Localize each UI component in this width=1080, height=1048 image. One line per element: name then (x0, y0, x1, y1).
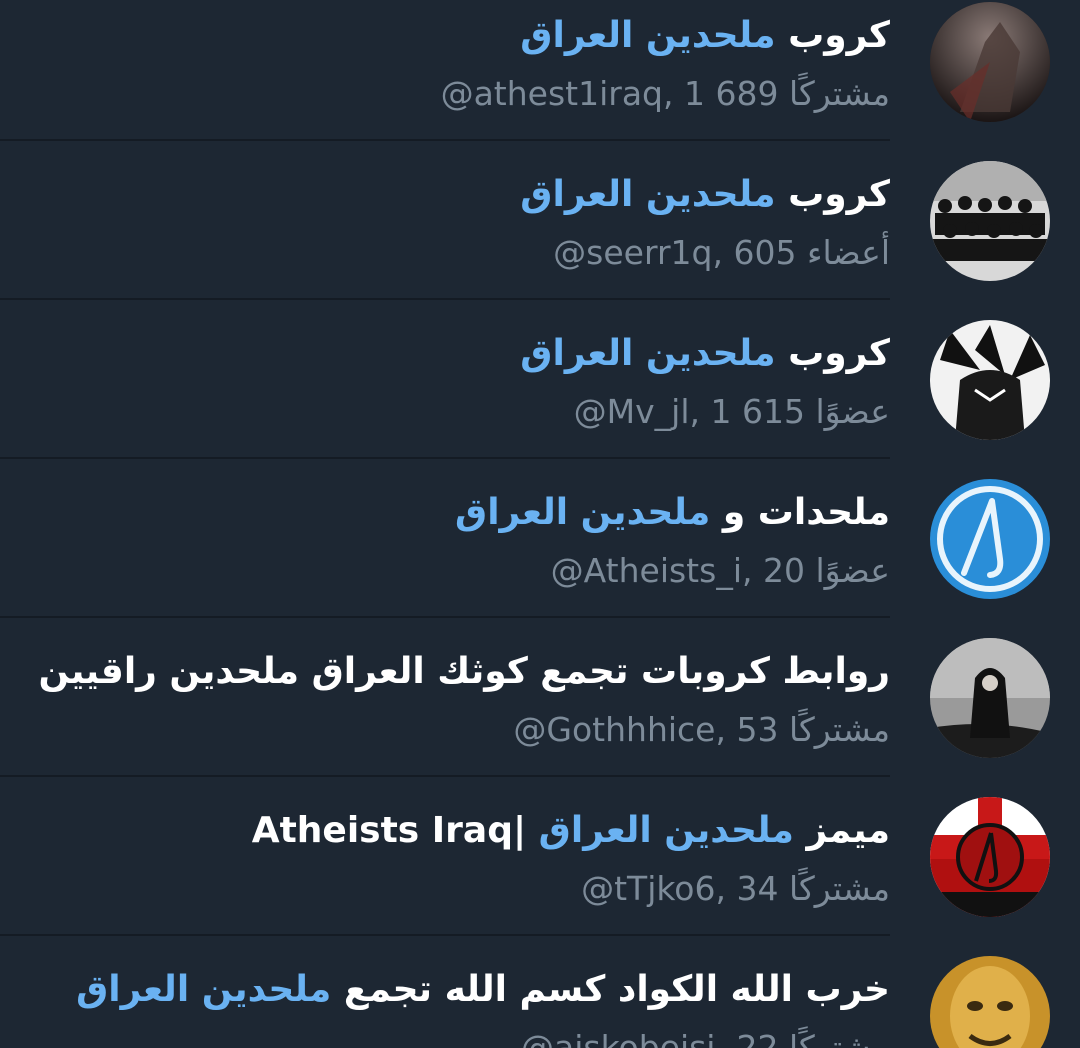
result-subtitle: عضوًا @Atheists_i, 20 (550, 551, 890, 590)
search-result-row[interactable]: ميمز ملحدين العراق |Atheists Iraq مشتركً… (0, 777, 1080, 936)
result-subtitle: مشتركًا @aiskobeisi, 22 (520, 1028, 890, 1048)
result-subtitle: عضوًا @Mv_jl, 1 615 (573, 392, 890, 431)
result-title: ميمز ملحدين العراق |Atheists Iraq (251, 810, 890, 851)
result-title: روابط كروبات تجمع كوثك العراق ملحدين راق… (38, 651, 890, 692)
result-title: ملحدات و ملحدين العراق (455, 492, 890, 533)
result-subtitle: مشتركًا @Gothhhice, 53 (513, 710, 890, 749)
red-cross-atheist-avatar-icon (930, 797, 1050, 917)
search-result-row[interactable]: روابط كروبات تجمع كوثك العراق ملحدين راق… (0, 618, 1080, 777)
manga-character-avatar-icon (930, 320, 1050, 440)
result-subtitle: أعضاء @seerr1q, 605 (553, 233, 890, 272)
gothic-figure-avatar-icon (930, 638, 1050, 758)
result-title: كروب ملحدين العراق (520, 174, 890, 215)
search-result-row[interactable]: خرب الله الكواد كسم الله تجمع ملحدين الع… (0, 936, 1080, 1048)
group-photo-avatar-icon (930, 161, 1050, 281)
result-title: كروب ملحدين العراق (520, 333, 890, 374)
result-title: كروب ملحدين العراق (520, 15, 890, 56)
search-result-row[interactable]: ملحدات و ملحدين العراق عضوًا @Atheists_i… (0, 459, 1080, 618)
search-result-row[interactable]: كروب ملحدين العراق أعضاء @seerr1q, 605 (0, 141, 1080, 300)
search-result-row[interactable]: كروب ملحدين العراق عضوًا @Mv_jl, 1 615 (0, 300, 1080, 459)
gold-face-avatar-icon (930, 956, 1050, 1048)
dark-statue-avatar-icon (930, 2, 1050, 122)
result-title: خرب الله الكواد كسم الله تجمع ملحدين الع… (76, 969, 890, 1010)
result-subtitle: مشتركًا @athest1iraq, 1 689 (440, 74, 890, 113)
search-result-row[interactable]: كروب ملحدين العراق مشتركًا @athest1iraq,… (0, 0, 1080, 141)
atheist-symbol-avatar-icon (930, 479, 1050, 599)
result-subtitle: مشتركًا @tTjko6, 34 (581, 869, 890, 908)
search-results-list: كروب ملحدين العراق مشتركًا @athest1iraq,… (0, 0, 1080, 1048)
